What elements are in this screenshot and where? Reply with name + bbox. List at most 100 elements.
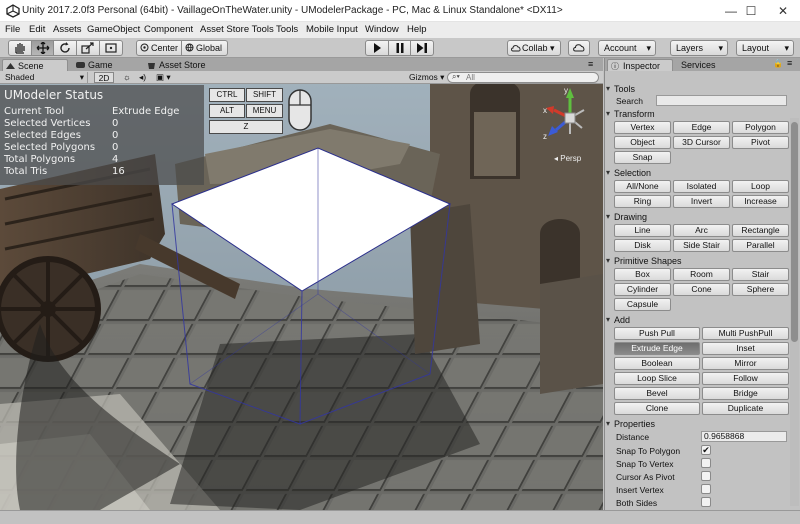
box-button[interactable]: Box <box>614 268 671 281</box>
insert-vertex-checkbox[interactable] <box>701 484 711 494</box>
scene-search-input[interactable]: ⌕▾ All <box>447 72 599 83</box>
effects-icon[interactable]: ▣ ▾ <box>153 72 174 83</box>
line-button[interactable]: Line <box>614 224 671 237</box>
extrude-edge-button[interactable]: Extrude Edge <box>614 342 700 355</box>
lock-icon[interactable]: 🔒 <box>773 59 783 68</box>
arc-button[interactable]: Arc <box>673 224 730 237</box>
projection-label[interactable]: ◂ Persp <box>554 154 581 163</box>
object-button[interactable]: Object <box>614 136 671 149</box>
ring-button[interactable]: Ring <box>614 195 671 208</box>
menu-file[interactable]: File <box>5 24 20 35</box>
follow-button[interactable]: Follow <box>702 372 789 385</box>
scrollbar-thumb[interactable] <box>791 122 798 342</box>
tab-game[interactable]: Game <box>73 59 133 71</box>
parallel-button[interactable]: Parallel <box>732 239 789 252</box>
orientation-gizmo[interactable]: y x z ◂ Persp <box>540 86 600 166</box>
menu-edit[interactable]: Edit <box>29 24 45 35</box>
capsule-button[interactable]: Capsule <box>614 298 671 311</box>
side-stair-button[interactable]: Side Stair <box>673 239 730 252</box>
inspector-search-input[interactable] <box>656 95 787 106</box>
cursor-as-pivot-checkbox[interactable] <box>701 471 711 481</box>
lighting-icon[interactable]: ☼ <box>120 72 134 83</box>
menu-help[interactable]: Help <box>407 24 427 35</box>
section-add[interactable]: Add <box>606 315 630 325</box>
loop-slice-button[interactable]: Loop Slice <box>614 372 700 385</box>
tab-asset-store[interactable]: Asset Store <box>144 59 224 71</box>
shading-mode-dropdown[interactable]: Shaded ▾ <box>2 72 88 83</box>
polygon-button[interactable]: Polygon <box>732 121 789 134</box>
tab-menu-icon[interactable]: ≡ <box>787 58 792 68</box>
push-pull-button[interactable]: Push Pull <box>614 327 700 340</box>
menu-assets[interactable]: Assets <box>53 24 82 35</box>
disk-button[interactable]: Disk <box>614 239 671 252</box>
mirror-button[interactable]: Mirror <box>702 357 789 370</box>
tab-menu-icon[interactable]: ≡ <box>588 59 593 69</box>
scale-tool-button[interactable] <box>77 40 100 56</box>
close-button[interactable]: ✕ <box>760 0 800 22</box>
duplicate-button[interactable]: Duplicate <box>702 402 789 415</box>
tab-inspector[interactable]: ⓘ Inspector <box>607 59 673 71</box>
both-sides-checkbox[interactable] <box>701 497 711 507</box>
cylinder-button[interactable]: Cylinder <box>614 283 671 296</box>
pause-button[interactable] <box>389 40 411 56</box>
snap-to-vertex-checkbox[interactable] <box>701 458 711 468</box>
play-button[interactable] <box>365 40 389 56</box>
gizmos-dropdown[interactable]: Gizmos ▾ <box>406 72 447 83</box>
snap-to-vertex-label: Snap To Vertex <box>616 459 674 469</box>
increase-button[interactable]: Increase <box>732 195 789 208</box>
section-selection[interactable]: Selection <box>606 168 651 178</box>
layout-dropdown[interactable]: Layout ▾ <box>736 40 794 56</box>
hand-tool-button[interactable] <box>8 40 32 56</box>
menu-tools[interactable]: Tools <box>276 24 298 35</box>
section-tools[interactable]: Tools <box>606 84 635 94</box>
room-button[interactable]: Room <box>673 268 730 281</box>
stair-button[interactable]: Stair <box>732 268 789 281</box>
pivot-center-button[interactable]: Center <box>136 40 182 56</box>
cloud-services-button[interactable] <box>568 40 590 56</box>
axis-gizmo-icon <box>546 88 585 136</box>
section-transform[interactable]: Transform <box>606 109 655 119</box>
clone-button[interactable]: Clone <box>614 402 700 415</box>
pivot-button[interactable]: Pivot <box>732 136 789 149</box>
layers-dropdown[interactable]: Layers ▾ <box>670 40 728 56</box>
key-z: Z <box>209 120 283 134</box>
distance-field[interactable]: 0.9658868 <box>701 431 787 442</box>
mode-2d-toggle[interactable]: 2D <box>94 72 114 83</box>
collab-button[interactable]: Collab ▾ <box>507 40 561 56</box>
step-button[interactable] <box>411 40 434 56</box>
snap-button[interactable]: Snap <box>614 151 671 164</box>
boolean-button[interactable]: Boolean <box>614 357 700 370</box>
rotate-tool-button[interactable] <box>54 40 77 56</box>
section-properties[interactable]: Properties <box>606 419 655 429</box>
inset-button[interactable]: Inset <box>702 342 789 355</box>
loop-button[interactable]: Loop <box>732 180 789 193</box>
multi-pushpull-button[interactable]: Multi PushPull <box>702 327 789 340</box>
cone-button[interactable]: Cone <box>673 283 730 296</box>
menu-mobile-input[interactable]: Mobile Input <box>306 24 358 35</box>
rect-tool-button[interactable] <box>100 40 123 56</box>
menu-window[interactable]: Window <box>365 24 399 35</box>
tab-scene[interactable]: Scene <box>2 59 68 71</box>
move-tool-button[interactable] <box>32 40 54 56</box>
bevel-button[interactable]: Bevel <box>614 387 700 400</box>
account-dropdown[interactable]: Account ▾ <box>598 40 656 56</box>
menu-asset-store-tools[interactable]: Asset Store Tools <box>200 24 274 35</box>
3d-cursor-button[interactable]: 3D Cursor <box>673 136 730 149</box>
bridge-button[interactable]: Bridge <box>702 387 789 400</box>
rectangle-button[interactable]: Rectangle <box>732 224 789 237</box>
sphere-button[interactable]: Sphere <box>732 283 789 296</box>
vertex-button[interactable]: Vertex <box>614 121 671 134</box>
menu-gameobject[interactable]: GameObject <box>87 24 140 35</box>
edge-button[interactable]: Edge <box>673 121 730 134</box>
audio-icon[interactable]: ◂) <box>136 72 149 83</box>
all-none-button[interactable]: All/None <box>614 180 671 193</box>
status-value: 16 <box>112 166 125 177</box>
section-drawing[interactable]: Drawing <box>606 212 647 222</box>
global-space-button[interactable]: Global <box>182 40 228 56</box>
menu-component[interactable]: Component <box>144 24 193 35</box>
isolated-button[interactable]: Isolated <box>673 180 730 193</box>
tab-services[interactable]: Services <box>675 59 735 71</box>
section-primitive-shapes[interactable]: Primitive Shapes <box>606 256 681 266</box>
invert-button[interactable]: Invert <box>673 195 730 208</box>
snap-to-polygon-checkbox[interactable]: ✔ <box>701 445 711 455</box>
